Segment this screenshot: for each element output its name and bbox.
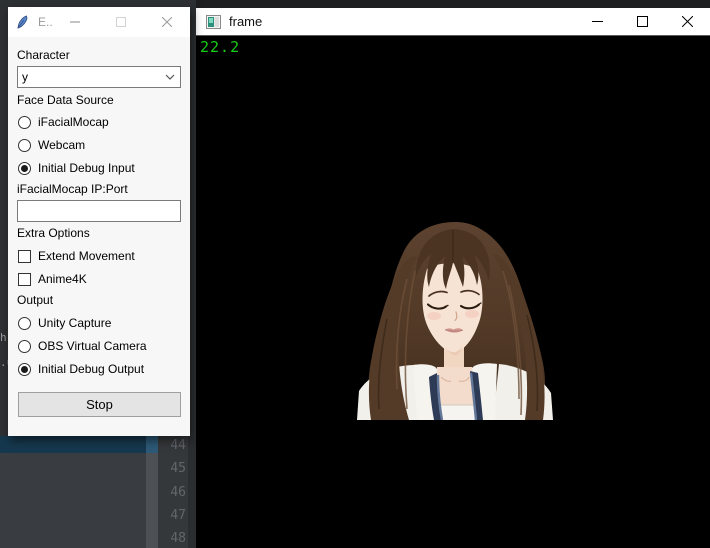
editor-line-number-gutter: 44 45 46 47 48 [158, 434, 188, 548]
radio-icon-selected [18, 161, 31, 175]
maximize-icon [116, 17, 126, 27]
screen: h .u 44 45 46 47 48 frame [0, 0, 710, 548]
character-label: Character [17, 48, 70, 62]
tk-feather-icon [17, 14, 28, 29]
line-number: 46 [170, 484, 186, 500]
ip-port-label: iFacialMocap IP:Port [17, 182, 128, 196]
output-label: Output [17, 293, 54, 307]
radio-icon [18, 316, 31, 330]
frame-titlebar[interactable]: frame [196, 8, 710, 36]
radio-icon-selected [18, 362, 31, 376]
radio-label: Initial Debug Input [38, 161, 135, 175]
minimize-button[interactable] [575, 8, 620, 36]
radio-initial-debug-output[interactable]: Initial Debug Output [18, 361, 144, 377]
minimize-icon [70, 21, 80, 23]
ip-port-input[interactable] [17, 200, 181, 222]
checkbox-label: Extend Movement [38, 249, 135, 263]
radio-label: OBS Virtual Camera [38, 339, 147, 353]
radio-label: iFacialMocap [38, 115, 109, 129]
close-button[interactable] [665, 8, 710, 36]
stop-button[interactable]: Stop [18, 392, 181, 417]
editor-right-sliver [188, 436, 196, 548]
radio-icon [18, 138, 31, 152]
dialog-titlebar[interactable]: E... [8, 7, 190, 37]
extra-options-label: Extra Options [17, 226, 90, 240]
image-icon [206, 14, 221, 29]
close-button[interactable] [144, 7, 190, 37]
chevron-down-icon [165, 74, 175, 80]
radio-icon [18, 339, 31, 353]
maximize-button[interactable] [98, 7, 144, 37]
frame-window-title: frame [229, 14, 263, 29]
frame-window: frame 22.2 [196, 8, 710, 548]
line-number: 47 [170, 507, 186, 523]
checkbox-icon [18, 272, 31, 286]
radio-webcam[interactable]: Webcam [18, 137, 85, 153]
dialog-title: E... [38, 15, 52, 29]
checkbox-extend-movement[interactable]: Extend Movement [18, 248, 135, 264]
maximize-icon [637, 16, 648, 27]
checkbox-icon [18, 249, 31, 263]
editor-selected-line [0, 436, 146, 453]
radio-unity-capture[interactable]: Unity Capture [18, 315, 111, 331]
radio-ifacialmocap[interactable]: iFacialMocap [18, 114, 109, 130]
close-icon [162, 17, 172, 27]
radio-label: Unity Capture [38, 316, 112, 330]
character-combobox-value: y [22, 70, 28, 84]
character-combobox[interactable]: y [17, 66, 181, 88]
fps-counter: 22.2 [200, 38, 241, 56]
line-number: 48 [170, 531, 186, 547]
line-number: 44 [170, 438, 186, 453]
maximize-button[interactable] [620, 8, 665, 36]
minimize-button[interactable] [52, 7, 98, 37]
checkbox-anime4k[interactable]: Anime4K [18, 271, 87, 287]
frame-canvas: 22.2 [197, 36, 710, 548]
control-dialog: E... Character y [8, 7, 190, 436]
radio-label: Webcam [38, 138, 86, 152]
radio-label: Initial Debug Output [38, 362, 145, 376]
minimize-icon [592, 21, 603, 22]
radio-initial-debug-input[interactable]: Initial Debug Input [18, 160, 135, 176]
face-data-source-label: Face Data Source [17, 93, 114, 107]
radio-icon [18, 115, 31, 129]
character-image [357, 222, 553, 420]
checkbox-label: Anime4K [38, 272, 87, 286]
close-icon [682, 16, 693, 27]
radio-obs-virtual-camera[interactable]: OBS Virtual Camera [18, 338, 147, 354]
editor-scrollbar-selection [146, 436, 158, 453]
line-number: 45 [170, 461, 186, 477]
